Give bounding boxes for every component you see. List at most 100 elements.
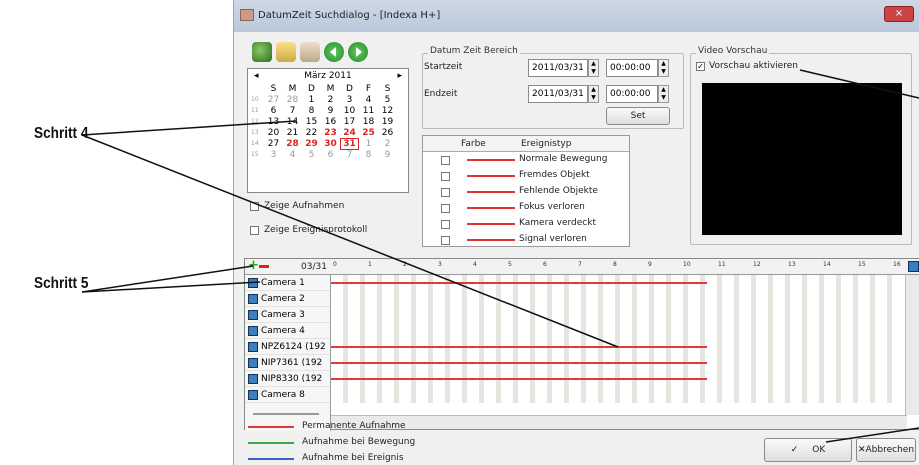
start-date-field[interactable]: 2011/03/31 [528,59,588,77]
zoom-slider[interactable] [253,413,319,415]
calendar-day[interactable]: 26 [378,128,397,138]
event-checkbox[interactable] [441,204,450,213]
end-date-spinner[interactable]: ▲ ▼ [588,85,599,103]
start-time-field[interactable]: 00:00:00 [606,59,658,77]
prev-month-button[interactable]: ◂ [254,71,259,81]
event-icon[interactable] [276,42,296,62]
event-checkbox[interactable] [441,236,450,245]
calendar-icon[interactable] [908,261,919,272]
calendar-day[interactable]: 22 [302,128,321,138]
calendar-day[interactable]: 5 [378,95,397,105]
camera-row[interactable]: Camera 2 [245,291,330,307]
calendar-day[interactable]: 7 [340,150,359,160]
calendar-day[interactable]: 8 [302,106,321,116]
calendar-day[interactable]: 7 [283,106,302,116]
event-checkbox[interactable] [441,156,450,165]
end-time-spinner[interactable]: ▲ ▼ [658,85,669,103]
calendar-day[interactable]: 14 [283,117,302,127]
set-button[interactable]: Set [606,107,670,125]
export-icon[interactable] [300,42,320,62]
show-event-log-checkbox[interactable] [250,226,259,235]
calendar-day[interactable]: 24 [340,128,359,138]
calendar-day[interactable]: 27 [264,139,283,149]
camera-row[interactable]: Camera 1 [245,275,330,291]
calendar-day[interactable]: 4 [283,150,302,160]
end-date-field[interactable]: 2011/03/31 [528,85,588,103]
start-time-spinner[interactable]: ▲ ▼ [658,59,669,77]
event-row[interactable]: Fokus verloren [423,200,629,216]
cancel-button[interactable]: ✕Abbrechen [856,438,916,462]
event-checkbox[interactable] [441,188,450,197]
calendar-day[interactable]: 10 [340,106,359,116]
calendar-day[interactable]: 2 [321,95,340,105]
camera-row[interactable]: Camera 3 [245,307,330,323]
calendar-day[interactable]: 2 [378,139,397,149]
calendar-day[interactable]: 29 [302,139,321,149]
event-checkbox[interactable] [441,172,450,181]
vertical-scrollbar[interactable] [905,275,919,415]
calendar-day[interactable]: 11 [359,106,378,116]
event-checkbox[interactable] [441,220,450,229]
back-icon[interactable] [324,42,344,62]
recording-timeline[interactable]: + 03/31 0 1 2 3 4 5 6 7 8 9 10 11 12 13 14 15 16 Camera … [244,258,919,431]
camera-row[interactable]: Camera 8 [245,387,330,403]
calendar-day[interactable]: 6 [264,106,283,116]
timeline-grid[interactable] [331,275,897,403]
calendar-day[interactable]: 27 [264,95,283,105]
camera-row[interactable]: NIP8330 (192 [245,371,330,387]
ok-button[interactable]: ✓ OK [764,438,852,462]
end-time-field[interactable]: 00:00:00 [606,85,658,103]
calendar-day[interactable]: 20 [264,128,283,138]
start-date-spinner[interactable]: ▲ ▼ [588,59,599,77]
calendar-day[interactable]: 12 [378,106,397,116]
event-row[interactable]: Fehlende Objekte [423,184,629,200]
calendar-day[interactable]: 1 [302,95,321,105]
calendar-day[interactable]: 19 [378,117,397,127]
event-row[interactable]: Kamera verdeckt [423,216,629,232]
zoom-in-icon[interactable]: + [248,259,259,272]
calendar-day[interactable]: 5 [302,150,321,160]
event-row[interactable]: Normale Bewegung [423,152,629,168]
recording-bar[interactable] [331,282,707,284]
event-row[interactable]: Signal verloren [423,232,629,248]
calendar-day[interactable]: 4 [359,95,378,105]
recording-bar[interactable] [331,378,707,380]
calendar-day[interactable]: 25 [359,128,378,138]
recording-bar[interactable] [331,362,707,364]
calendar-day[interactable]: 16 [321,117,340,127]
calendar-day[interactable]: 13 [264,117,283,127]
camera-row[interactable]: Camera 4 [245,323,330,339]
calendar-day[interactable]: 30 [321,139,340,149]
camera-row[interactable]: NPZ6124 (192 [245,339,330,355]
calendar-day[interactable]: 18 [359,117,378,127]
calendar-day[interactable]: 8 [359,150,378,160]
calendar-day-selected[interactable]: 31 [340,137,359,150]
calendar-day[interactable]: 17 [340,117,359,127]
calendar-day[interactable]: 28 [283,139,302,149]
event-row[interactable]: Fremdes Objekt [423,168,629,184]
calendar-day[interactable]: 6 [321,150,340,160]
find-icon[interactable] [252,42,272,62]
enable-preview-checkbox[interactable]: ✓ [696,62,705,71]
calendar-day[interactable]: 28 [283,95,302,105]
horizontal-scrollbar[interactable] [331,415,907,429]
calendar-day[interactable]: 21 [283,128,302,138]
show-recordings-checkbox[interactable] [250,202,259,211]
calendar-day[interactable]: 3 [340,95,359,105]
close-button[interactable]: × [884,6,914,22]
datetime-range-title: Datum Zeit Bereich [428,46,520,56]
calendar-day[interactable]: 3 [264,150,283,160]
calendar-day[interactable]: 9 [378,150,397,160]
calendar-day[interactable]: 23 [321,128,340,138]
zoom-out-icon[interactable] [259,265,269,268]
calendar-day[interactable]: 15 [302,117,321,127]
camera-row[interactable]: NIP7361 (192 [245,355,330,371]
week-number: 13 [251,129,259,136]
month-calendar[interactable]: ◂ März 2011 ▸ S M D M D F S 10 27 28 1 2 3 4 5… [247,68,409,193]
next-month-button[interactable]: ▸ [397,71,402,81]
enable-preview-label: Vorschau aktivieren [709,61,798,71]
recording-bar[interactable] [331,346,707,348]
calendar-day[interactable]: 1 [359,139,378,149]
forward-icon[interactable] [348,42,368,62]
calendar-day[interactable]: 9 [321,106,340,116]
